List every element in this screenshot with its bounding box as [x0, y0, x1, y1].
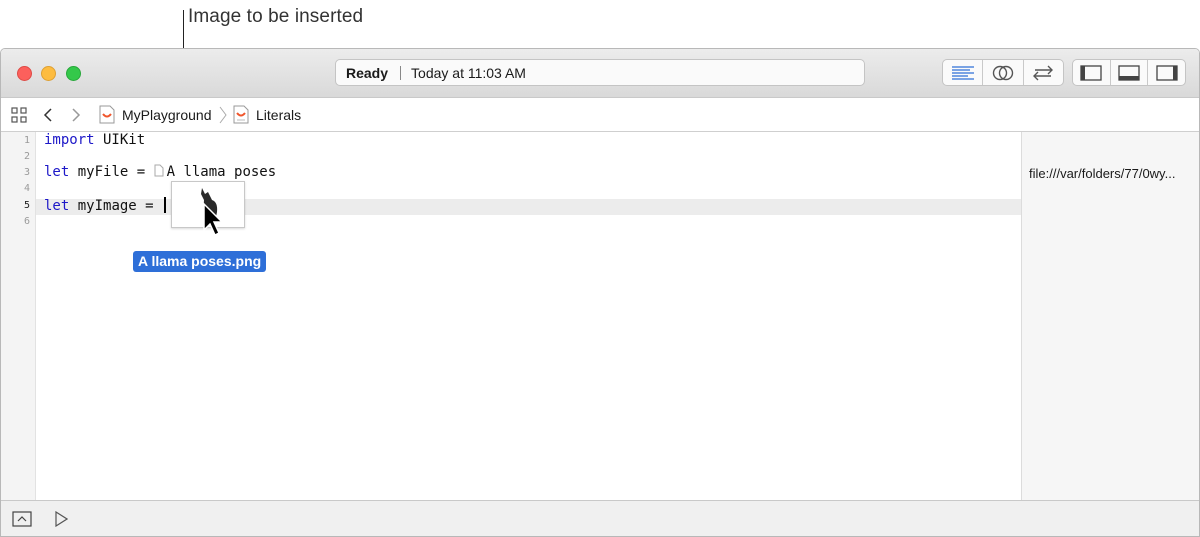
line-number-active: 5 — [23, 200, 30, 211]
playground-window: Ready Today at 11:03 AM MyPlayground Lit… — [0, 48, 1200, 537]
debug-bar — [1, 500, 1199, 536]
keyword: let — [44, 198, 70, 214]
standard-editor-button[interactable] — [943, 60, 984, 85]
line-number: 2 — [23, 151, 30, 162]
status-time: Today at 11:03 AM — [411, 65, 526, 81]
play-icon[interactable] — [54, 511, 68, 527]
page-file-icon — [233, 105, 249, 124]
standard-editor-icon — [951, 65, 974, 80]
navigator-toggle-icon — [1080, 64, 1102, 81]
breadcrumb-page[interactable]: Literals — [233, 98, 301, 131]
debug-area-toggle-button[interactable] — [1111, 60, 1149, 85]
code-line-1: import UIKit — [44, 132, 145, 148]
version-editor-icon — [1033, 65, 1054, 80]
related-items-button[interactable] — [11, 98, 27, 131]
status-divider — [400, 66, 402, 80]
file-literal[interactable]: A llama poses — [167, 164, 277, 180]
minimize-window-button[interactable] — [41, 66, 56, 81]
file-literal-icon — [154, 164, 164, 177]
utilities-toggle-icon — [1156, 64, 1178, 81]
results-sidebar: file:///var/folders/77/0wy... — [1021, 132, 1199, 500]
editor-mode-control — [942, 59, 1064, 86]
text-cursor — [164, 197, 167, 213]
result-line-3[interactable]: file:///var/folders/77/0wy... — [1029, 166, 1175, 181]
forward-button[interactable] — [71, 98, 81, 131]
line-number: 3 — [23, 167, 30, 178]
titlebar: Ready Today at 11:03 AM — [1, 49, 1199, 98]
chevron-right-icon — [219, 106, 227, 123]
breadcrumb-project-label: MyPlayground — [122, 106, 212, 123]
utilities-toggle-button[interactable] — [1148, 60, 1185, 85]
code-line-5: let myImage = — [44, 197, 167, 214]
code-text: myImage = — [69, 198, 163, 214]
line-number: 1 — [23, 135, 30, 146]
close-window-button[interactable] — [17, 66, 32, 81]
line-number: 4 — [23, 183, 30, 194]
code-line-3: let myFile = A llama poses — [44, 164, 276, 180]
activity-status-bar: Ready Today at 11:03 AM — [335, 59, 865, 86]
breadcrumb-page-label: Literals — [256, 106, 302, 123]
assistant-editor-button[interactable] — [983, 60, 1024, 85]
chevron-right-icon — [72, 107, 81, 122]
jump-bar: MyPlayground Literals — [1, 98, 1199, 132]
maximize-window-button[interactable] — [66, 66, 81, 81]
keyword: import — [44, 132, 95, 148]
status-state: Ready — [346, 65, 389, 81]
back-button[interactable] — [43, 98, 53, 131]
show-debug-area-icon[interactable] — [12, 511, 32, 527]
assistant-editor-icon — [992, 65, 1014, 80]
code-text: UIKit — [94, 132, 146, 148]
line-number: 6 — [23, 216, 30, 227]
view-toggle-control — [1072, 59, 1186, 86]
chevron-left-icon — [43, 107, 52, 122]
debug-area-toggle-icon — [1118, 64, 1140, 81]
dragged-filename-label: A llama poses.png — [133, 251, 267, 272]
version-editor-button[interactable] — [1024, 60, 1063, 85]
breadcrumb-separator — [219, 98, 227, 131]
mouse-cursor-icon — [203, 202, 224, 237]
breadcrumb-project[interactable]: MyPlayground — [99, 98, 212, 131]
code-text: myFile = — [69, 164, 154, 180]
keyword: let — [44, 164, 70, 180]
annotation-label: Image to be inserted — [188, 6, 364, 27]
navigator-toggle-button[interactable] — [1073, 60, 1111, 85]
playground-file-icon — [99, 105, 115, 124]
line-number-gutter: 1 2 3 4 5 6 — [1, 132, 36, 500]
grid-icon — [11, 106, 27, 123]
